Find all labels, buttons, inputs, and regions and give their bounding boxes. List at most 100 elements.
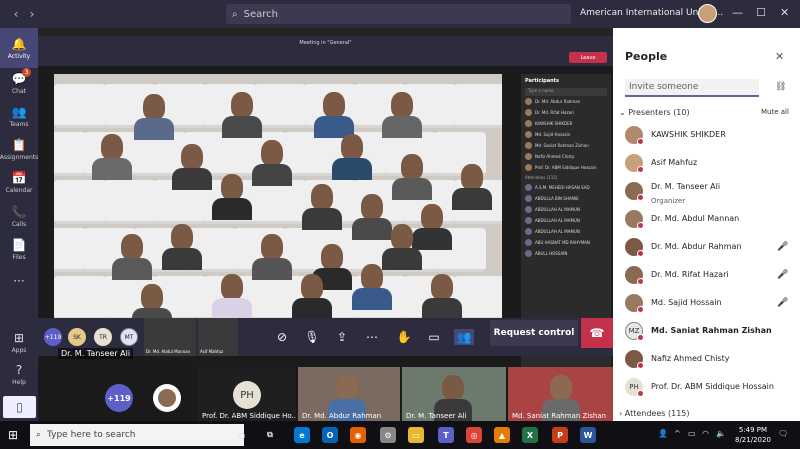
search-input[interactable]: ⌕ Search <box>226 4 571 24</box>
strip-tile-2: Dr. Md. Abdur Rahman <box>298 367 400 421</box>
cortana-icon[interactable]: ○ <box>234 427 250 443</box>
presenter-name: Dr. Md. Abdul Mannan <box>651 214 740 223</box>
excel-icon[interactable]: X <box>522 427 538 443</box>
windows-taskbar: ⊞ ⌕ Type here to search ○ ⧉ e O ◉ ⚙ ▭ T … <box>0 421 800 449</box>
notification-icon[interactable]: 🗨 <box>778 429 788 438</box>
outlook-icon[interactable]: O <box>322 427 338 443</box>
word-icon[interactable]: W <box>580 427 596 443</box>
search-icon: ⌕ <box>36 430 42 440</box>
files-icon: 📄 <box>11 237 27 252</box>
chair <box>104 180 156 224</box>
tray-people-icon[interactable]: 👤 <box>658 429 668 438</box>
raise-hand-icon[interactable]: ✋ <box>394 329 414 345</box>
shared-attendee-row: ABDULLAH AL MAMUN <box>521 215 611 226</box>
video-person <box>212 274 252 320</box>
chat-icon[interactable]: ▭ <box>424 329 444 345</box>
avatar <box>525 120 532 127</box>
close-icon[interactable]: ✕ <box>780 6 789 19</box>
hangup-button[interactable]: ☎ <box>581 318 613 348</box>
presenter-row[interactable]: Dr. Md. Abdur Rahman 🎤 <box>625 234 795 262</box>
more-icon[interactable]: ⋯ <box>362 329 382 345</box>
status-dot <box>637 278 644 285</box>
close-icon[interactable]: ✕ <box>775 50 784 63</box>
inner-thumb-2: Asif Mahfuz <box>198 318 238 356</box>
inner-thumb-1: Dr. Md. Abdul Mannan <box>144 318 196 356</box>
shared-leave-button: Leave <box>569 52 607 63</box>
rail-item-help[interactable]: ? Help <box>0 354 38 394</box>
clock[interactable]: 5:49 PM 8/21/2020 <box>735 425 771 445</box>
presenter-name: KAWSHIK SHIKDER <box>651 130 726 139</box>
inner-avatar-sk: SK <box>68 328 86 346</box>
vlc-icon[interactable]: ▲ <box>494 427 510 443</box>
battery-icon[interactable]: ▭ <box>688 429 696 438</box>
back-icon[interactable]: ‹ <box>8 4 24 24</box>
task-view-icon[interactable]: ⧉ <box>262 427 278 443</box>
video-person <box>302 184 342 230</box>
avatar <box>525 153 532 160</box>
video-person <box>172 144 212 190</box>
teams-icon: 👥 <box>11 104 27 119</box>
overflow-participants-button[interactable]: +119 <box>105 384 133 412</box>
presenters-header[interactable]: ⌄ Presenters (10) <box>619 108 690 117</box>
status-dot <box>637 166 644 173</box>
shared-attendee-row: ABU HASNAT MD RAHYMAN <box>521 237 611 248</box>
camera-off-icon[interactable]: ⊘ <box>272 329 292 345</box>
teams-taskbar-icon[interactable]: T <box>438 427 454 443</box>
chair <box>284 132 336 176</box>
presenter-row[interactable]: Dr. Md. Rifat Hazari 🎤 <box>625 262 795 290</box>
status-dot <box>637 334 644 341</box>
tray-up-icon[interactable]: ^ <box>674 429 681 438</box>
presenter-name-label: Dr. M. Tanseer Ali <box>58 348 134 359</box>
wifi-icon[interactable]: ◠ <box>702 429 709 438</box>
avatar <box>525 131 532 138</box>
inner-thumb-1-label: Dr. Md. Abdul Mannan <box>146 349 191 354</box>
presenter-row[interactable]: Md. Sajid Hossain 🎤 <box>625 290 795 318</box>
presenter-row[interactable]: KAWSHIK SHIKDER <box>625 122 795 150</box>
attendees-header[interactable]: › Attendees (115) <box>619 409 690 418</box>
participants-icon[interactable]: 👥 <box>454 329 474 345</box>
mic-icon[interactable]: 🎙 <box>302 329 322 345</box>
file-explorer-icon[interactable]: ▭ <box>408 427 424 443</box>
presenter-row[interactable]: Dr. M. Tanseer Ali Organizer <box>625 178 795 206</box>
rail-item-activity[interactable]: 🔔 Activity <box>0 28 38 68</box>
presenter-row[interactable]: Nafiz Ahmed Chisty <box>625 346 795 374</box>
chair <box>54 132 86 176</box>
rail-item-more[interactable]: ··· <box>0 262 38 302</box>
video-person <box>382 92 422 138</box>
mic-off-icon: 🎤 <box>777 270 789 280</box>
maximize-icon[interactable]: ☐ <box>756 6 766 19</box>
edge-icon[interactable]: e <box>294 427 310 443</box>
profile-avatar[interactable] <box>698 4 717 23</box>
forward-icon[interactable]: › <box>24 4 40 24</box>
presenter-row[interactable]: MZ Md. Saniat Rahman Zishan <box>625 318 795 346</box>
settings-icon[interactable]: ⚙ <box>380 427 396 443</box>
mute-all-button[interactable]: Mute all <box>761 108 789 116</box>
apps-icon: ⊞ <box>13 330 25 345</box>
help-icon: ? <box>15 362 23 377</box>
request-control-button[interactable]: Request control <box>490 320 578 346</box>
powerpoint-icon[interactable]: P <box>552 427 568 443</box>
presenter-row[interactable]: Asif Mahfuz <box>625 150 795 178</box>
invite-input[interactable]: Invite someone <box>625 79 759 97</box>
presenter-row[interactable]: Dr. Md. Abdul Mannan <box>625 206 795 234</box>
minimize-icon[interactable]: — <box>732 6 743 19</box>
presenter-row[interactable]: PH Prof. Dr. ABM Siddique Hossain <box>625 374 795 402</box>
presenter-name: Dr. Md. Abdur Rahman <box>651 242 742 251</box>
share-icon[interactable]: ⇪ <box>332 329 352 345</box>
avatar <box>525 164 532 171</box>
volume-icon[interactable]: 🔈 <box>716 429 726 438</box>
video-person <box>314 92 354 138</box>
link-icon[interactable]: ⛓ <box>775 82 786 92</box>
device-icon[interactable]: ▯ <box>3 396 36 418</box>
shared-participant-row: Dr. Md. Rifat Hazari <box>521 107 611 118</box>
taskbar-search-input[interactable]: ⌕ Type here to search <box>30 424 244 446</box>
shared-toolbar: Leave <box>38 50 613 66</box>
avatar <box>525 206 532 213</box>
windows-start-icon[interactable]: ⊞ <box>8 428 18 442</box>
video-person <box>222 92 262 138</box>
chrome-icon[interactable]: ◎ <box>466 427 482 443</box>
shared-attendee-name: ABULL HOSSAIN <box>535 251 568 256</box>
shared-attendee-name: ABDULLAH AL MAMUN <box>535 229 580 234</box>
firefox-icon[interactable]: ◉ <box>350 427 366 443</box>
shared-attendee-row: ABDULLAH AL MAMUN <box>521 226 611 237</box>
